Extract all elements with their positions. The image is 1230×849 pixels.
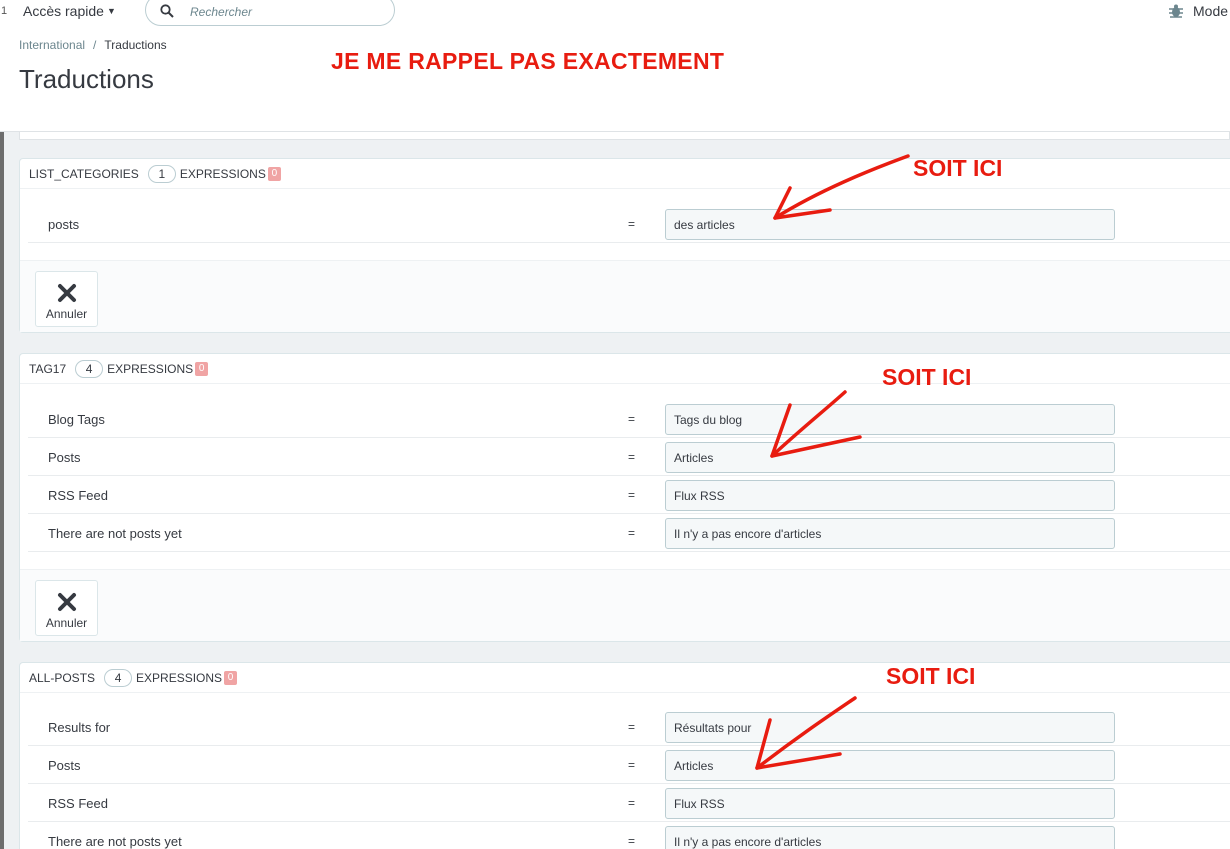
cancel-button-label: Annuler — [45, 616, 88, 630]
translation-row: RSS Feed = — [28, 784, 1230, 822]
breadcrumb-international-link[interactable]: International — [19, 38, 85, 52]
cancel-button-label: Annuler — [45, 307, 88, 321]
expressions-label: EXPRESSIONS — [136, 670, 223, 685]
translation-row: Results for = — [28, 708, 1230, 746]
translation-row: posts = — [28, 205, 1230, 243]
missing-count-badge: 0 — [195, 361, 209, 376]
translation-input[interactable] — [665, 209, 1115, 240]
translation-row: There are not posts yet = — [28, 514, 1230, 552]
panel-header: LIST_CATEGORIES 1 EXPRESSIONS 0 — [20, 159, 1230, 189]
breadcrumb: International / Traductions — [19, 38, 167, 52]
annotation-soit-ici-3: SOIT ICI — [886, 663, 976, 689]
page-title: Traductions — [19, 64, 154, 94]
source-text: Posts — [48, 758, 81, 773]
caret-down-icon: ▼ — [106, 6, 116, 16]
translation-row: RSS Feed = — [28, 476, 1230, 514]
translation-row: Blog Tags = — [28, 400, 1230, 438]
translation-input[interactable] — [665, 712, 1115, 743]
translation-input[interactable] — [665, 788, 1115, 819]
equals-sign: = — [628, 758, 636, 772]
annotation-main-text: JE ME RAPPEL PAS EXACTEMENT — [331, 48, 725, 74]
equals-sign: = — [628, 526, 636, 540]
top-bar: 1 Accès rapide▼ Mode — [0, 0, 1230, 28]
mode-label[interactable]: Mode — [1193, 3, 1228, 19]
source-text: Results for — [48, 720, 111, 735]
translation-input[interactable] — [665, 404, 1115, 435]
search-box[interactable] — [145, 0, 395, 26]
source-text: There are not posts yet — [48, 526, 182, 541]
search-icon[interactable] — [160, 4, 174, 18]
source-text: RSS Feed — [48, 488, 108, 503]
equals-sign: = — [628, 217, 636, 231]
translation-row: Posts = — [28, 746, 1230, 784]
equals-sign: = — [628, 834, 636, 848]
panel-tag17: TAG17 4 EXPRESSIONS 0 Blog Tags = Posts … — [19, 353, 1230, 642]
translation-input[interactable] — [665, 480, 1115, 511]
translation-rows: posts = — [20, 205, 1230, 243]
annotation-soit-ici-2: SOIT ICI — [882, 364, 972, 390]
bug-icon[interactable] — [1168, 3, 1184, 19]
panel-name: ALL-POSTS — [29, 670, 96, 685]
equals-sign: = — [628, 412, 636, 426]
equals-sign: = — [628, 488, 636, 502]
breadcrumb-current: Traductions — [104, 38, 167, 52]
translation-input[interactable] — [665, 518, 1115, 549]
source-text: Posts — [48, 450, 81, 465]
equals-sign: = — [628, 720, 636, 734]
quick-access-label: Accès rapide — [23, 3, 104, 19]
annotation-soit-ici-1: SOIT ICI — [913, 155, 1003, 181]
missing-count-badge: 0 — [224, 670, 238, 685]
panel-list-categories: LIST_CATEGORIES 1 EXPRESSIONS 0 posts = … — [19, 158, 1230, 333]
source-text: RSS Feed — [48, 796, 108, 811]
source-text: There are not posts yet — [48, 834, 182, 849]
translation-rows: Blog Tags = Posts = RSS Feed = There are… — [20, 400, 1230, 552]
expression-count-badge: 4 — [104, 668, 133, 687]
breadcrumb-separator: / — [93, 38, 97, 52]
panel-name: LIST_CATEGORIES — [29, 166, 139, 181]
panel-header: TAG17 4 EXPRESSIONS 0 — [20, 354, 1230, 384]
panel-header: ALL-POSTS 4 EXPRESSIONS 0 — [20, 663, 1230, 693]
page-header: International / Traductions Traductions JE… — [0, 28, 1230, 132]
close-icon — [58, 593, 76, 611]
cancel-button[interactable]: Annuler — [35, 580, 98, 636]
source-text: posts — [48, 217, 80, 232]
panel-footer: Annuler — [20, 260, 1230, 332]
translation-input[interactable] — [665, 442, 1115, 473]
panel-footer: Annuler — [20, 569, 1230, 641]
expression-count-badge: 1 — [147, 164, 176, 183]
source-text: Blog Tags — [48, 412, 105, 427]
close-icon — [58, 284, 76, 302]
translation-input[interactable] — [665, 750, 1115, 781]
panel-name: TAG17 — [29, 361, 67, 376]
panel-all-posts: ALL-POSTS 4 EXPRESSIONS 0 Results for = … — [19, 662, 1230, 849]
translation-row: Posts = — [28, 438, 1230, 476]
search-input[interactable] — [190, 4, 380, 20]
cancel-button[interactable]: Annuler — [35, 271, 98, 327]
equals-sign: = — [628, 450, 636, 464]
expressions-label: EXPRESSIONS — [107, 361, 194, 376]
translation-rows: Results for = Posts = RSS Feed = There a… — [20, 708, 1230, 849]
missing-count-badge: 0 — [267, 166, 281, 181]
edge-mark: 1 — [1, 5, 8, 17]
expressions-label: EXPRESSIONS — [179, 166, 266, 181]
quick-access-dropdown[interactable]: Accès rapide ▼ — [23, 3, 116, 19]
translation-row: There are not posts yet = — [28, 822, 1230, 849]
expression-count-badge: 4 — [75, 359, 104, 378]
translation-input[interactable] — [665, 826, 1115, 849]
toolbar-strip — [19, 132, 1230, 140]
left-edge-bar — [0, 132, 4, 849]
equals-sign: = — [628, 796, 636, 810]
